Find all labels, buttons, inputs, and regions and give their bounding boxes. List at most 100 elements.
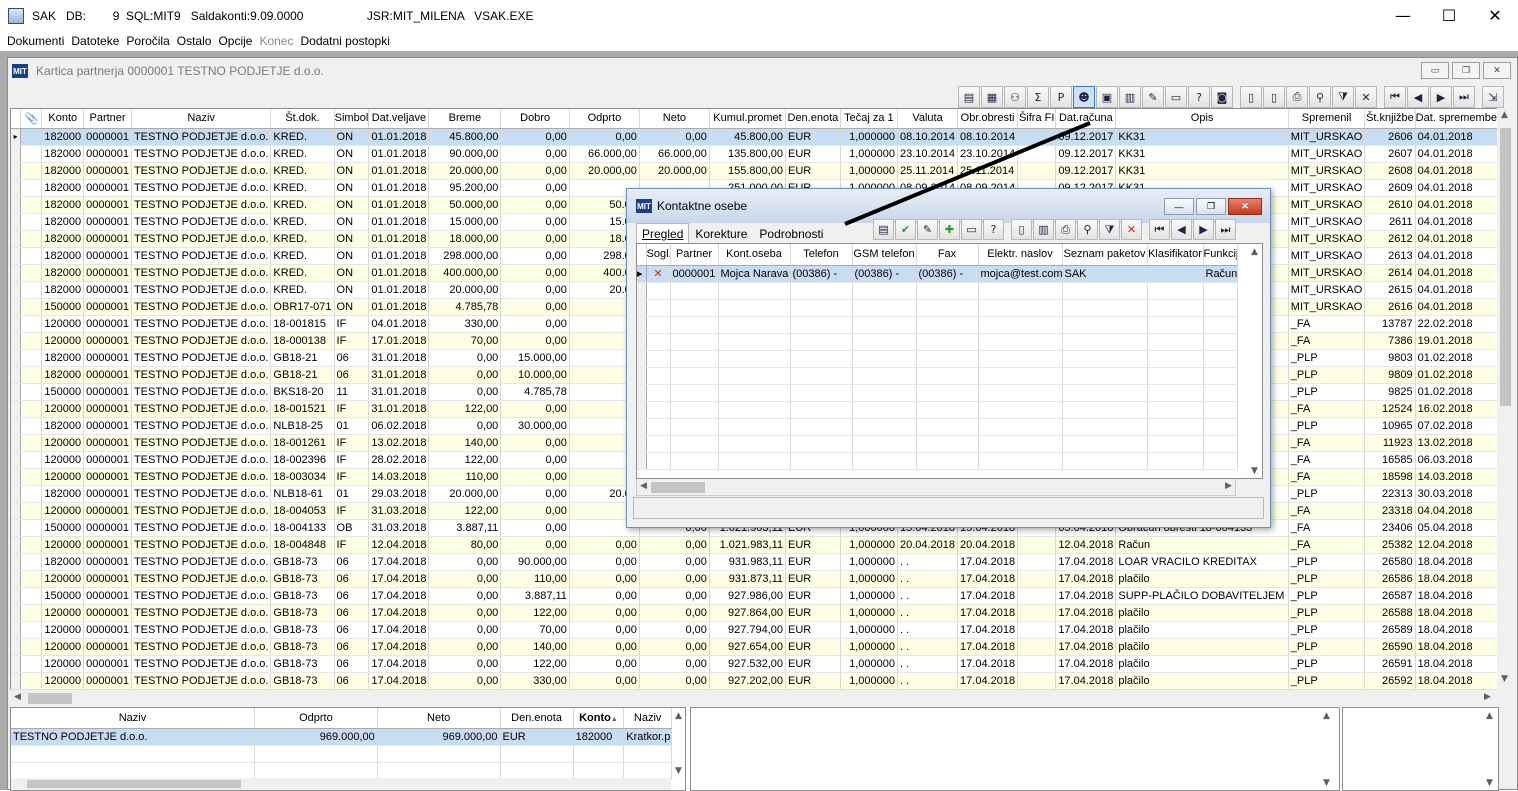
summary-hscroll-thumb[interactable] [27, 780, 241, 788]
print-icon[interactable]: ⎙ [1286, 86, 1308, 108]
contacts-column-header[interactable]: Sogl. [646, 244, 671, 266]
column-header[interactable]: Dobro [500, 109, 570, 129]
paperclip-icon[interactable]: 📎 [20, 109, 43, 129]
side-scroll-down-icon[interactable]: ▼ [1486, 778, 1493, 788]
detail-scroll-up-icon[interactable]: ▲ [1323, 711, 1330, 721]
side-scroll-up-icon[interactable]: ▲ [1486, 711, 1493, 721]
column-header[interactable]: Konto [41, 109, 85, 129]
contacts-hscroll-thumb[interactable] [651, 482, 705, 493]
table-row[interactable]: 120000 0000001 TESTNO PODJETJE d.o.o. GB18-… [11, 655, 1498, 673]
column-header[interactable]: Neto [639, 109, 710, 129]
contacts-scroll-right-icon[interactable]: ▶ [1225, 481, 1232, 491]
column-header[interactable]: Breme [428, 109, 502, 129]
contacts-grid[interactable]: Sogl. Partner Kont.oseba Telefon GSM telefon… [636, 243, 1263, 479]
dialog-edit-icon[interactable]: ✎ [917, 219, 938, 240]
document-icon[interactable]: ▯ [1263, 86, 1285, 108]
dialog-delete-icon[interactable]: ✕ [1121, 219, 1142, 240]
column-header[interactable]: Spremenil [1288, 109, 1366, 129]
contacts-column-header[interactable]: Telefon [790, 244, 853, 266]
filter-icon[interactable]: ⧩ [1332, 86, 1354, 108]
dialog-doc-icon[interactable]: ▤ [873, 219, 894, 240]
column-header[interactable] [11, 109, 22, 129]
menu-datoteke[interactable]: Datoteke [71, 34, 119, 48]
dialog-new-icon[interactable]: ▯ [1011, 219, 1032, 240]
window-icon[interactable]: ▣ [1096, 86, 1118, 108]
camera-icon[interactable]: ◙ [1211, 86, 1233, 108]
column-header[interactable]: Den.enota [785, 109, 841, 129]
dialog-first-icon[interactable]: ⏮ [1149, 219, 1170, 240]
table-row[interactable]: 150000 0000001 TESTNO PODJETJE d.o.o. GB18-… [11, 587, 1498, 605]
summary-col-naziv-2[interactable]: Naziv [623, 708, 672, 729]
dialog-help-icon[interactable]: ? [983, 219, 1004, 240]
dialog-ok-icon[interactable]: ✔ [895, 219, 916, 240]
contacts-scroll-up-icon[interactable]: ▲ [1251, 247, 1258, 257]
summary-col-odprto[interactable]: Odprto [254, 708, 378, 729]
column-header[interactable]: Partner [83, 109, 132, 129]
new-doc-icon[interactable]: ▤ [958, 86, 980, 108]
summary-grid[interactable]: Naziv Odprto Neto Den.enota Konto▲ Naziv… [10, 707, 686, 791]
tab-pregled[interactable]: Pregled [636, 223, 690, 243]
close-button[interactable]: ✕ [1472, 0, 1518, 31]
delete-icon[interactable]: ✕ [1355, 86, 1377, 108]
dialog-monitor-icon[interactable]: ▭ [961, 219, 982, 240]
table-row[interactable]: 120000 0000001 TESTNO PODJETJE d.o.o. GB18-… [11, 570, 1498, 588]
summary-scroll-up-icon[interactable]: ▲ [675, 711, 682, 721]
table-row[interactable]: 182000 0000001 TESTNO PODJETJE d.o.o. GB18-… [11, 553, 1498, 571]
tab-podrobnosti[interactable]: Podrobnosti [753, 225, 829, 243]
dialog-search-icon[interactable]: ⚲ [1077, 219, 1098, 240]
summary-hscroll[interactable] [11, 778, 671, 790]
contacts-column-header[interactable]: Elektr. naslov [978, 244, 1063, 266]
minimize-button[interactable]: — [1380, 0, 1426, 31]
contacts-icon[interactable]: ☻ [1073, 86, 1095, 108]
menu-ostalo[interactable]: Ostalo [177, 34, 212, 48]
summary-col-konto[interactable]: Konto▲ [573, 708, 625, 729]
scroll-right-icon[interactable]: ▶ [1484, 692, 1491, 702]
menu-dokumenti[interactable]: Dokumenti [7, 34, 64, 48]
contacts-column-header[interactable]: Seznam paketov [1062, 244, 1148, 266]
column-header[interactable]: Opis [1115, 109, 1289, 129]
contacts-scroll-left-icon[interactable]: ◀ [640, 481, 647, 491]
column-header[interactable]: Dat.veljave [368, 109, 430, 129]
detail-scroll-down-icon[interactable]: ▼ [1323, 778, 1330, 788]
monitor-icon[interactable]: ▭ [1165, 86, 1187, 108]
table-row[interactable]: 182000 0000001 TESTNO PODJETJE d.o.o. KRED.… [11, 162, 1498, 180]
last-icon[interactable]: ⏭ [1453, 86, 1475, 108]
table-row[interactable]: 120000 0000001 TESTNO PODJETJE d.o.o. GB18-… [11, 621, 1498, 639]
column-header[interactable]: Valuta [897, 109, 959, 129]
tree-icon[interactable]: ⚇ [1004, 86, 1026, 108]
column-header[interactable]: Simbol [334, 109, 370, 129]
page-icon[interactable]: ▯ [1240, 86, 1262, 108]
sum-icon[interactable]: Σ [1027, 86, 1049, 108]
summary-col-neto[interactable]: Neto [377, 708, 501, 729]
contacts-column-header[interactable]: Partner [670, 244, 719, 266]
child-minimize-button[interactable]: ▭ [1421, 62, 1449, 79]
dialog-titlebar[interactable]: MIT Kontaktne osebe — ❐ ✕ [627, 189, 1270, 223]
dialog-last-icon[interactable]: ⏭ [1215, 219, 1236, 240]
scroll-left-icon[interactable]: ◀ [14, 692, 21, 702]
search-icon[interactable]: ⚲ [1309, 86, 1331, 108]
grid-vertical-scrollbar[interactable]: ▲ ▼ [1497, 108, 1514, 690]
summary-col-den-enota[interactable]: Den.enota [500, 708, 574, 729]
exit-icon[interactable]: ⇲ [1482, 86, 1504, 108]
dialog-close-button[interactable]: ✕ [1228, 198, 1262, 215]
maximize-button[interactable]: ☐ [1426, 0, 1472, 31]
contacts-column-header[interactable]: GSM telefon [852, 244, 917, 266]
hscroll-thumb[interactable] [28, 693, 72, 704]
contact-row[interactable]: ▸ ✕ 0000001 Mojca Narava (00386) - (00386) -(… [637, 265, 1238, 283]
child-close-button[interactable]: ✕ [1483, 62, 1511, 79]
contacts-column-header[interactable]: Klasifikator [1147, 244, 1204, 266]
column-header[interactable]: Tečaj za 1 [840, 109, 898, 129]
dialog-restore-button[interactable]: ❐ [1196, 198, 1226, 215]
summary-scroll-down-icon[interactable]: ▼ [675, 766, 682, 776]
dialog-print-icon[interactable]: ⎙ [1055, 219, 1076, 240]
column-header[interactable]: Naziv [131, 109, 272, 129]
folders-icon[interactable]: ▥ [1119, 86, 1141, 108]
tab-korekture[interactable]: Korekture [689, 225, 753, 243]
table-row[interactable]: ▸ 182000 0000001 TESTNO PODJETJE d.o.o. KRED… [11, 128, 1498, 146]
dialog-next-icon[interactable]: ▶ [1193, 219, 1214, 240]
table-row[interactable]: 120000 0000001 TESTNO PODJETJE d.o.o. GB18-… [11, 604, 1498, 622]
contacts-column-header[interactable]: Kont.oseba [718, 244, 791, 266]
table-row[interactable]: 182000 0000001 TESTNO PODJETJE d.o.o. KRED.… [11, 145, 1498, 163]
dialog-prev-icon[interactable]: ◀ [1171, 219, 1192, 240]
child-restore-button[interactable]: ❐ [1452, 62, 1480, 79]
